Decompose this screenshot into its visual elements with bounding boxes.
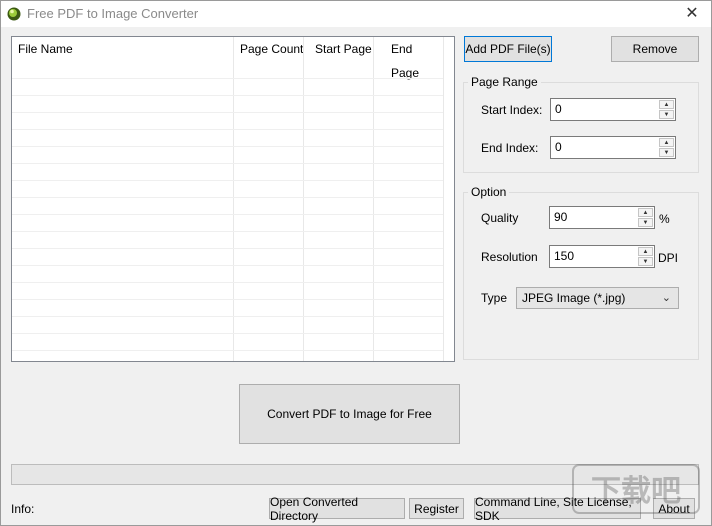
increment-arrow-icon[interactable]: ▲ <box>659 100 674 109</box>
option-title: Option <box>468 185 510 199</box>
row-line <box>12 129 443 130</box>
start-index-label: Start Index: <box>481 103 543 117</box>
end-index-input[interactable]: 0 ▲ ▼ <box>550 136 676 159</box>
quality-unit: % <box>659 212 670 226</box>
column-header-page-count[interactable]: Page Count <box>240 37 303 61</box>
type-select[interactable]: JPEG Image (*.jpg) ⌄ <box>516 287 679 309</box>
row-line <box>12 95 443 96</box>
decrement-arrow-icon[interactable]: ▼ <box>638 257 653 266</box>
quality-input[interactable]: 90 ▲ ▼ <box>549 206 655 229</box>
column-divider <box>303 37 304 361</box>
resolution-value: 150 <box>554 249 575 263</box>
file-list-header: File Name Page Count Start Page End Page <box>12 37 443 80</box>
decrement-arrow-icon[interactable]: ▼ <box>659 110 674 119</box>
quality-value: 90 <box>554 210 568 224</box>
row-line <box>12 214 443 215</box>
row-line <box>12 231 443 232</box>
page-range-title: Page Range <box>468 75 541 89</box>
increment-arrow-icon[interactable]: ▲ <box>638 247 653 256</box>
app-window: Free PDF to Image Converter ✕ File Name … <box>0 0 712 526</box>
row-line <box>12 282 443 283</box>
row-line <box>12 333 443 334</box>
register-button[interactable]: Register <box>409 498 464 519</box>
resolution-label: Resolution <box>481 250 538 264</box>
info-label: Info: <box>11 502 35 516</box>
row-line <box>12 299 443 300</box>
increment-arrow-icon[interactable]: ▲ <box>638 208 653 217</box>
column-divider <box>233 37 234 361</box>
row-line <box>12 248 443 249</box>
window-title: Free PDF to Image Converter <box>27 6 199 21</box>
start-index-input[interactable]: 0 ▲ ▼ <box>550 98 676 121</box>
row-line <box>12 78 443 79</box>
end-index-label: End Index: <box>481 141 539 155</box>
column-header-end-page[interactable]: End Page <box>391 37 443 80</box>
column-header-start-page[interactable]: Start Page <box>315 37 372 61</box>
row-line <box>12 180 443 181</box>
column-header-file-name[interactable]: File Name <box>18 37 73 61</box>
convert-button[interactable]: Convert PDF to Image for Free <box>239 384 460 444</box>
decrement-arrow-icon[interactable]: ▼ <box>638 218 653 227</box>
type-selected-value: JPEG Image (*.jpg) <box>522 291 626 305</box>
remove-button[interactable]: Remove <box>611 36 699 62</box>
app-logo-icon <box>7 7 21 21</box>
chevron-down-icon: ⌄ <box>661 292 671 304</box>
column-divider <box>443 37 444 361</box>
row-line <box>12 265 443 266</box>
row-line <box>12 146 443 147</box>
increment-arrow-icon[interactable]: ▲ <box>659 138 674 147</box>
add-pdf-files-button[interactable]: Add PDF File(s) <box>464 36 552 62</box>
decrement-arrow-icon[interactable]: ▼ <box>659 148 674 157</box>
open-converted-directory-button[interactable]: Open Converted Directory <box>269 495 405 523</box>
resolution-unit: DPI <box>658 251 679 265</box>
title-bar: Free PDF to Image Converter ✕ <box>1 1 711 27</box>
file-list[interactable]: File Name Page Count Start Page End Page <box>11 36 455 362</box>
row-line <box>12 197 443 198</box>
close-icon[interactable]: ✕ <box>681 3 703 25</box>
type-label: Type <box>481 291 508 305</box>
end-index-value: 0 <box>555 140 562 154</box>
start-index-value: 0 <box>555 102 562 116</box>
watermark-logo: 下载吧 <box>572 464 700 514</box>
svg-text:下载吧: 下载吧 <box>591 474 681 509</box>
page-range-group <box>463 82 699 173</box>
row-line <box>12 350 443 351</box>
column-divider <box>373 37 374 361</box>
row-line <box>12 163 443 164</box>
quality-label: Quality <box>481 211 519 225</box>
row-line <box>12 316 443 317</box>
resolution-input[interactable]: 150 ▲ ▼ <box>549 245 655 268</box>
row-line <box>12 112 443 113</box>
